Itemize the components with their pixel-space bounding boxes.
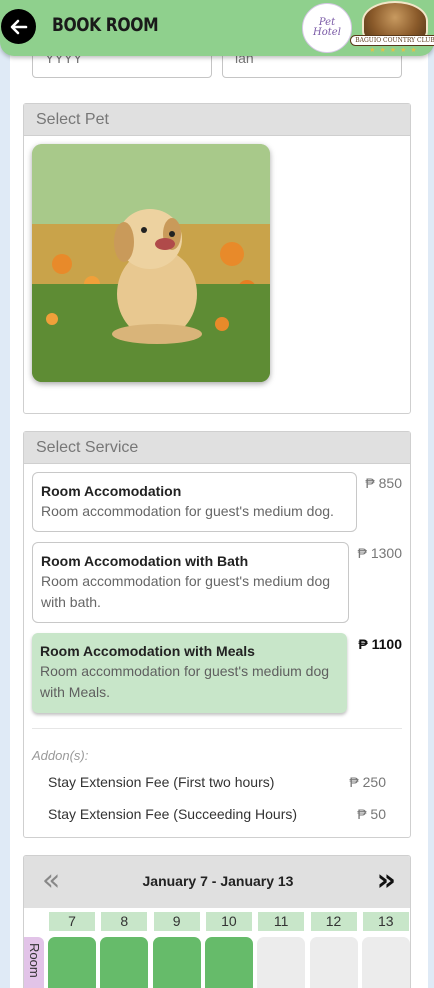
room-row-label: Room <box>24 937 44 988</box>
calendar-day-label: 13 <box>362 912 409 931</box>
booking-calendar: « January 7 - January 13 » 7 8 9 10 11 12 13 R… <box>23 855 411 988</box>
service-description: Room accommodation for guest's medium do… <box>41 573 331 610</box>
calendar-day-label: 7 <box>49 912 95 931</box>
dog-photo-image <box>32 144 270 382</box>
calendar-day-booked[interactable] <box>152 937 201 988</box>
select-service-card: Select Service Room Accomodation Room ac… <box>23 431 411 838</box>
calendar-day-label: 12 <box>310 912 357 931</box>
addon-price: ₱ 50 <box>357 806 386 822</box>
calendar-date-range: January 7 - January 13 <box>142 873 294 889</box>
select-pet-card: Select Pet <box>23 103 411 414</box>
calendar-day-booked[interactable] <box>100 937 149 988</box>
service-description: Room accommodation for guest's medium do… <box>41 503 334 519</box>
calendar-day-label: 11 <box>258 912 305 931</box>
select-pet-heading: Select Pet <box>24 104 410 136</box>
divider <box>32 728 402 729</box>
calendar-day-label: 9 <box>153 912 200 931</box>
calendar-header: « January 7 - January 13 » <box>24 856 410 908</box>
club-stars-icon: ★★★★★ <box>369 47 421 54</box>
service-price-selected: ₱ 1100 <box>358 636 402 652</box>
addon-name: Stay Extension Fee (First two hours) <box>48 774 275 790</box>
service-price: ₱ 1300 <box>357 545 402 561</box>
pet-photo[interactable] <box>32 144 270 382</box>
pet-hotel-logo-text-2: Hotel <box>313 27 341 38</box>
arrow-left-icon <box>10 19 27 34</box>
back-button[interactable] <box>1 9 36 44</box>
calendar-day-booked[interactable] <box>48 937 96 988</box>
calendar-day-label: 10 <box>205 912 252 931</box>
calendar-day-available[interactable] <box>257 937 306 988</box>
calendar-day-booked[interactable] <box>204 937 253 988</box>
service-option-room-accomodation-bath[interactable]: Room Accomodation with Bath Room accommo… <box>32 542 349 623</box>
club-logo-text: BAGUIO COUNTRY CLUB <box>350 35 434 46</box>
calendar-day-available[interactable] <box>361 937 410 988</box>
service-description: Room accommodation for guest's medium do… <box>40 663 330 700</box>
room-label-text: Room <box>27 943 42 978</box>
country-club-logo: BAGUIO COUNTRY CLUB ★★★★★ <box>350 1 434 55</box>
next-week-button[interactable]: » <box>377 866 397 896</box>
calendar-day-label: 8 <box>101 912 148 931</box>
service-name: Room Accomodation <box>41 483 182 499</box>
service-name: Room Accomodation with Bath <box>41 553 249 569</box>
service-price: ₱ 850 <box>365 475 402 491</box>
addon-price: ₱ 250 <box>349 774 386 790</box>
addon-name: Stay Extension Fee (Succeeding Hours) <box>48 806 298 822</box>
addons-label: Addon(s): <box>32 748 89 763</box>
pet-hotel-logo: Pet Hotel <box>302 3 352 53</box>
service-name: Room Accomodation with Meals <box>40 643 255 659</box>
select-service-heading: Select Service <box>24 432 410 464</box>
page-title: BOOK ROOM <box>52 14 159 36</box>
service-option-room-accomodation[interactable]: Room Accomodation Room accommodation for… <box>32 472 357 532</box>
service-option-room-accomodation-meals[interactable]: Room Accomodation with Meals Room accomm… <box>32 633 347 713</box>
calendar-day-available[interactable] <box>309 937 358 988</box>
app-header: BOOK ROOM Pet Hotel BAGUIO COUNTRY CLUB … <box>0 0 434 56</box>
